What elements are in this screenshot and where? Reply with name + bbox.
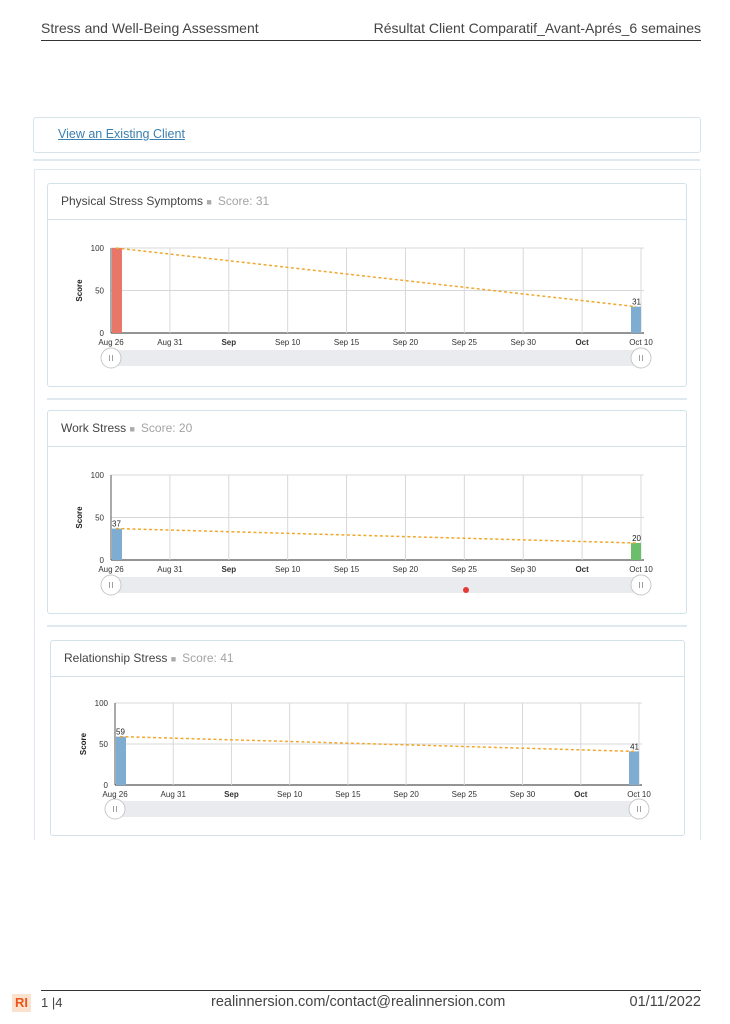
x-tick-label: Sep 30: [510, 790, 536, 799]
x-tick-label: Sep 20: [393, 790, 419, 799]
x-tick-label: Oct: [574, 790, 588, 799]
chart-title: Physical Stress Symptoms: [61, 194, 204, 208]
x-tick-label: Sep 30: [511, 338, 537, 347]
x-tick-label: Sep 30: [511, 565, 537, 574]
chart-work-stress: 0 50 100 Aug 26 Aug 31 Sep Sep 10 Sep 15 Sep 20 S…: [75, 471, 653, 596]
y-tick-label: 50: [95, 287, 104, 296]
x-tick-label: Sep: [221, 565, 236, 574]
x-tick-label: Aug 31: [161, 790, 187, 799]
document-title: Stress and Well-Being Assessment: [41, 20, 259, 36]
client-panel: View an Existing Client: [33, 117, 701, 153]
bar: [629, 751, 639, 785]
card-title: Relationship Stress ■ Score: 41: [64, 651, 234, 665]
bullet: ■: [206, 197, 212, 207]
bullet: ■: [170, 654, 177, 664]
data-label: 31: [632, 298, 641, 307]
bar: [631, 306, 641, 333]
range-track: [115, 801, 639, 817]
x-tick-label: Sep: [221, 338, 236, 347]
x-tick-label: Sep 20: [393, 565, 419, 574]
y-tick-label: 50: [95, 514, 104, 523]
trend-line: [115, 247, 637, 308]
bar: [112, 528, 122, 560]
x-tick-label: Sep 20: [393, 338, 419, 347]
x-tick-label: Sep: [224, 790, 239, 799]
y-tick-label: 50: [99, 740, 108, 749]
y-tick-label: 100: [91, 244, 105, 253]
x-tick-label: Oct 10: [629, 338, 653, 347]
x-tick-label: Aug 31: [157, 338, 183, 347]
y-tick-label: 0: [100, 556, 105, 565]
range-track: [111, 577, 641, 593]
x-tick-label: Sep 10: [275, 338, 301, 347]
range-handle[interactable]: [100, 347, 122, 369]
bar: [112, 248, 122, 333]
y-tick-label: 0: [104, 781, 109, 790]
x-tick-label: Aug 26: [98, 565, 124, 574]
marker-dot: [463, 587, 469, 593]
score-label: Score: 20: [140, 421, 193, 435]
x-tick-label: Aug 26: [102, 790, 128, 799]
x-tick-label: Aug 26: [98, 338, 124, 347]
x-tick-label: Oct 10: [629, 565, 653, 574]
score-label: Score: 31: [217, 194, 270, 208]
data-label: 41: [630, 742, 639, 751]
x-tick-label: Sep 10: [277, 790, 303, 799]
data-label: 37: [112, 520, 121, 529]
y-tick-label: 100: [95, 699, 109, 708]
card-title: Physical Stress Symptoms ■ Score: 31: [61, 194, 269, 208]
range-handle[interactable]: [628, 798, 650, 820]
range-track: [111, 350, 641, 366]
data-label: 59: [116, 728, 125, 737]
card-header: Physical Stress Symptoms ■ Score: 31: [48, 184, 686, 220]
data-label: 20: [632, 534, 641, 543]
divider: [47, 398, 687, 400]
footer-contact: realinnersion.com/contact@realinnersion.…: [211, 994, 506, 1010]
y-axis-label: Score: [79, 732, 88, 755]
range-handle[interactable]: [630, 347, 652, 369]
bar: [631, 543, 641, 560]
range-handle[interactable]: [100, 574, 122, 596]
y-axis-label: Score: [75, 506, 84, 529]
x-tick-label: Sep 15: [334, 565, 360, 574]
x-tick-label: Sep 25: [452, 790, 478, 799]
y-axis-label: Score: [75, 279, 84, 302]
footer-date: 01/11/2022: [629, 994, 702, 1010]
range-handle[interactable]: [630, 574, 652, 596]
document-subtitle: Résultat Client Comparatif_Avant-Aprés_6…: [373, 20, 701, 36]
x-tick-label: Aug 31: [157, 565, 183, 574]
logo: RI: [12, 994, 31, 1012]
divider: [47, 625, 687, 627]
x-tick-label: Oct: [575, 338, 589, 347]
chart-card-physical-stress: Physical Stress Symptoms ■ Score: 31 0 50 1…: [47, 183, 687, 387]
card-header: Work Stress ■ Score: 20: [48, 411, 686, 447]
y-tick-label: 100: [91, 471, 105, 480]
chart-card-work-stress: Work Stress ■ Score: 20 0 50 100 Aug 26 Aug 3…: [47, 410, 687, 614]
chart-relationship-stress: 0 50 100 Aug 26 Aug 31 Sep Sep 10 Sep 15 Sep 20 S…: [79, 699, 651, 820]
divider: [33, 159, 700, 161]
chart-title: Relationship Stress: [64, 651, 168, 665]
bullet: ■: [129, 424, 135, 434]
chart-title: Work Stress: [61, 421, 127, 435]
x-tick-label: Oct: [575, 565, 589, 574]
view-existing-client-link[interactable]: View an Existing Client: [58, 127, 185, 141]
x-tick-label: Sep 10: [275, 565, 301, 574]
range-handle[interactable]: [104, 798, 126, 820]
chart-physical-stress: 0 50 100 Aug 26 Aug 31 Sep Sep 10 Sep 15 Sep 20 S…: [75, 244, 653, 369]
document-footer: RI 1 |4 realinnersion.com/contact@realin…: [12, 990, 702, 1017]
x-tick-label: Sep 15: [335, 790, 361, 799]
document-header: Stress and Well-Being Assessment Résulta…: [41, 18, 701, 41]
bar: [116, 736, 126, 785]
x-tick-label: Sep 15: [334, 338, 360, 347]
card-title: Work Stress ■ Score: 20: [61, 421, 192, 435]
x-tick-label: Sep 25: [452, 565, 478, 574]
y-tick-label: 0: [100, 329, 105, 338]
x-tick-label: Sep 25: [452, 338, 478, 347]
page-number: 1 |4: [41, 995, 63, 1010]
score-label: Score: 41: [182, 651, 234, 665]
x-tick-label: Oct 10: [627, 790, 651, 799]
trend-line: [115, 527, 637, 544]
card-header: Relationship Stress ■ Score: 41: [51, 641, 684, 677]
chart-card-relationship-stress: Relationship Stress ■ Score: 41 0 50 100 Aug…: [50, 640, 685, 836]
